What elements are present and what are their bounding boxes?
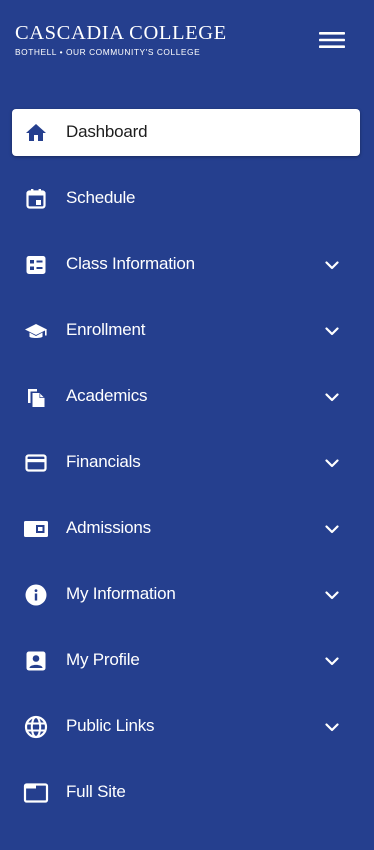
nav-label-enrollment: Enrollment	[66, 320, 146, 339]
nav-label-financials: Financials	[66, 452, 141, 471]
documents-icon	[23, 384, 49, 410]
nav-item-my-profile[interactable]: My Profile	[0, 627, 374, 693]
nav-item-financials[interactable]: Financials	[0, 429, 374, 495]
nav-item-dashboard-highlight: Dashboard	[12, 109, 360, 156]
nav-label-my-profile: My Profile	[66, 650, 140, 669]
nav-item-class-information[interactable]: Class Information	[0, 231, 374, 297]
home-icon	[23, 120, 49, 146]
chevron-down-icon[interactable]	[324, 257, 340, 273]
nav-label-public-links: Public Links	[66, 716, 155, 735]
logo-tagline: BOTHELL • OUR COMMUNITY'S COLLEGE	[15, 47, 201, 57]
sidebar-nav: Dashboard Schedule Class Information Enr…	[0, 99, 374, 825]
chevron-down-icon[interactable]	[324, 521, 340, 537]
nav-label-schedule: Schedule	[66, 188, 136, 207]
chevron-down-icon[interactable]	[324, 653, 340, 669]
nav-item-my-information[interactable]: My Information	[0, 561, 374, 627]
globe-icon	[23, 714, 49, 740]
profile-icon	[23, 648, 49, 674]
nav-label-my-information: My Information	[66, 584, 176, 603]
chevron-down-icon[interactable]	[324, 455, 340, 471]
info-icon	[23, 582, 49, 608]
admissions-icon	[23, 516, 49, 542]
class-info-icon	[23, 252, 49, 278]
nav-item-admissions[interactable]: Admissions	[0, 495, 374, 561]
header: CASCADIA COLLEGE BOTHELL • OUR COMMUNITY…	[0, 0, 374, 90]
nav-item-full-site[interactable]: Full Site	[0, 759, 374, 825]
calendar-icon	[23, 186, 49, 212]
chevron-down-icon[interactable]	[324, 587, 340, 603]
credit-card-icon	[23, 450, 49, 476]
nav-label-dashboard: Dashboard	[66, 122, 148, 141]
nav-label-academics: Academics	[66, 386, 148, 405]
chevron-down-icon[interactable]	[324, 719, 340, 735]
college-logo[interactable]: CASCADIA COLLEGE BOTHELL • OUR COMMUNITY…	[15, 22, 227, 57]
nav-label-admissions: Admissions	[66, 518, 151, 537]
chevron-down-icon[interactable]	[324, 389, 340, 405]
nav-label-class-information: Class Information	[66, 254, 195, 273]
nav-item-dashboard[interactable]: Dashboard	[0, 99, 374, 165]
chevron-down-icon[interactable]	[324, 323, 340, 339]
nav-item-public-links[interactable]: Public Links	[0, 693, 374, 759]
hamburger-icon	[319, 31, 345, 49]
graduation-cap-icon	[23, 318, 49, 344]
logo-name: CASCADIA COLLEGE	[15, 22, 227, 44]
full-site-icon	[23, 780, 49, 806]
menu-toggle-button[interactable]	[314, 25, 350, 55]
nav-item-enrollment[interactable]: Enrollment	[0, 297, 374, 363]
nav-label-full-site: Full Site	[66, 782, 126, 801]
nav-item-schedule[interactable]: Schedule	[0, 165, 374, 231]
nav-item-academics[interactable]: Academics	[0, 363, 374, 429]
